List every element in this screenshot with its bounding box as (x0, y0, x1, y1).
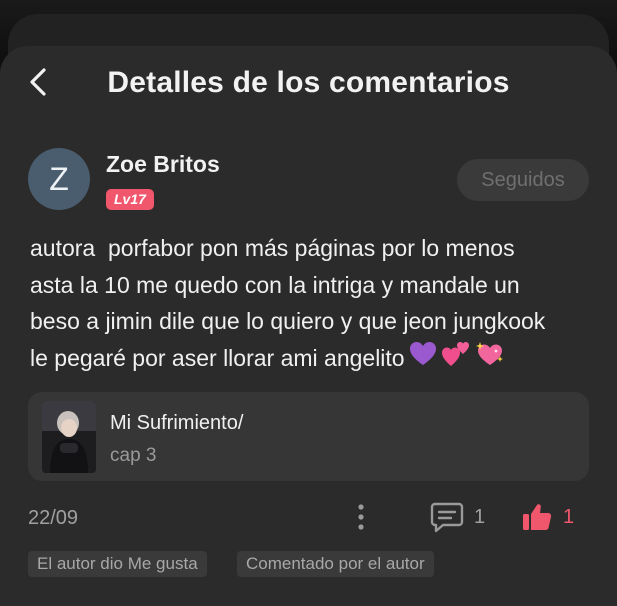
avatar[interactable]: Z (28, 148, 90, 210)
story-title: Mi Sufrimiento/ (110, 412, 244, 434)
author-liked-tag: El autor dio Me gusta (28, 551, 207, 577)
like-count: 1 (563, 505, 575, 528)
story-cover-image (42, 401, 96, 473)
reply-button[interactable]: 1 (430, 500, 485, 534)
more-options-button[interactable] (350, 502, 372, 532)
author-name[interactable]: Zoe Britos (106, 151, 220, 178)
story-chapter: cap 3 (110, 445, 157, 466)
like-button[interactable]: 1 (521, 500, 574, 534)
comment-date: 22/09 (28, 507, 79, 529)
comment-line: autora porfabor pon más páginas por lo m… (30, 235, 515, 261)
author-commented-tag: Comentado por el autor (237, 551, 434, 577)
comment-line: le pegaré por aser llorar ami angelito (30, 344, 405, 371)
purple-heart-icon (409, 341, 437, 378)
comment-line: beso a jimin dile que lo quiero y que je… (30, 308, 546, 334)
comment-icon (430, 502, 464, 533)
page-title: Detalles de los comentarios (107, 66, 510, 99)
two-hearts-icon (441, 340, 471, 379)
more-vertical-icon (358, 504, 364, 530)
reply-count: 1 (474, 505, 486, 528)
comment-line: asta la 10 me quedo con la intriga y man… (30, 271, 520, 298)
comment-text: autora porfabor pon más páginas por lo m… (30, 230, 595, 379)
follow-button[interactable]: Seguidos (457, 159, 589, 201)
story-card[interactable]: Mi Sufrimiento/ cap 3 (28, 392, 589, 481)
level-badge: Lv17 (106, 189, 154, 210)
thumbs-up-icon (523, 504, 552, 530)
sparkling-heart-icon (475, 340, 505, 379)
